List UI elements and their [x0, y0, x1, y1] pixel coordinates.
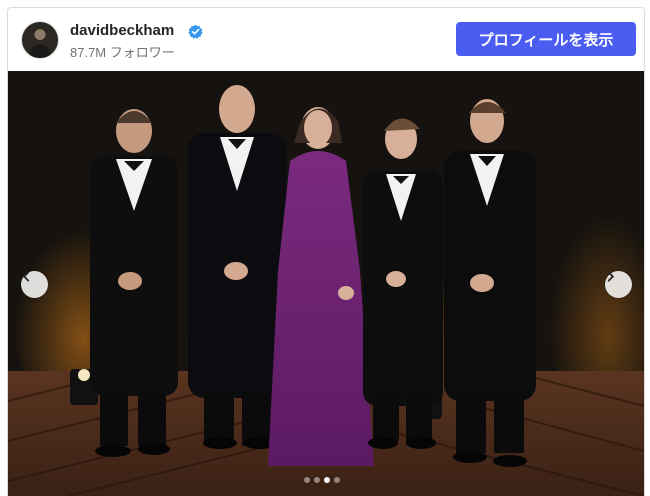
carousel-prev-button[interactable] — [21, 271, 48, 298]
avatar-figure — [30, 44, 50, 58]
carousel-indicator — [304, 477, 340, 485]
carousel-dot — [304, 477, 310, 483]
follower-count: 87.7M フォロワー — [70, 45, 175, 60]
view-profile-button[interactable]: プロフィールを表示 — [456, 22, 636, 56]
carousel-dot — [314, 477, 320, 483]
carousel-dot — [324, 477, 330, 483]
post-photo[interactable] — [8, 71, 644, 496]
carousel-next-button[interactable] — [605, 271, 632, 298]
username[interactable]: davidbeckham — [70, 22, 174, 39]
embedded-post: davidbeckham 87.7M フォロワー プロフィールを表示 — [7, 7, 645, 496]
chevron-right-icon — [607, 271, 615, 282]
post-header: davidbeckham 87.7M フォロワー プロフィールを表示 — [8, 8, 644, 71]
chevron-left-icon — [22, 271, 30, 282]
verified-badge-icon — [188, 24, 203, 39]
avatar[interactable] — [21, 21, 59, 59]
photo-illustration — [8, 71, 644, 496]
carousel-dot — [334, 477, 340, 483]
